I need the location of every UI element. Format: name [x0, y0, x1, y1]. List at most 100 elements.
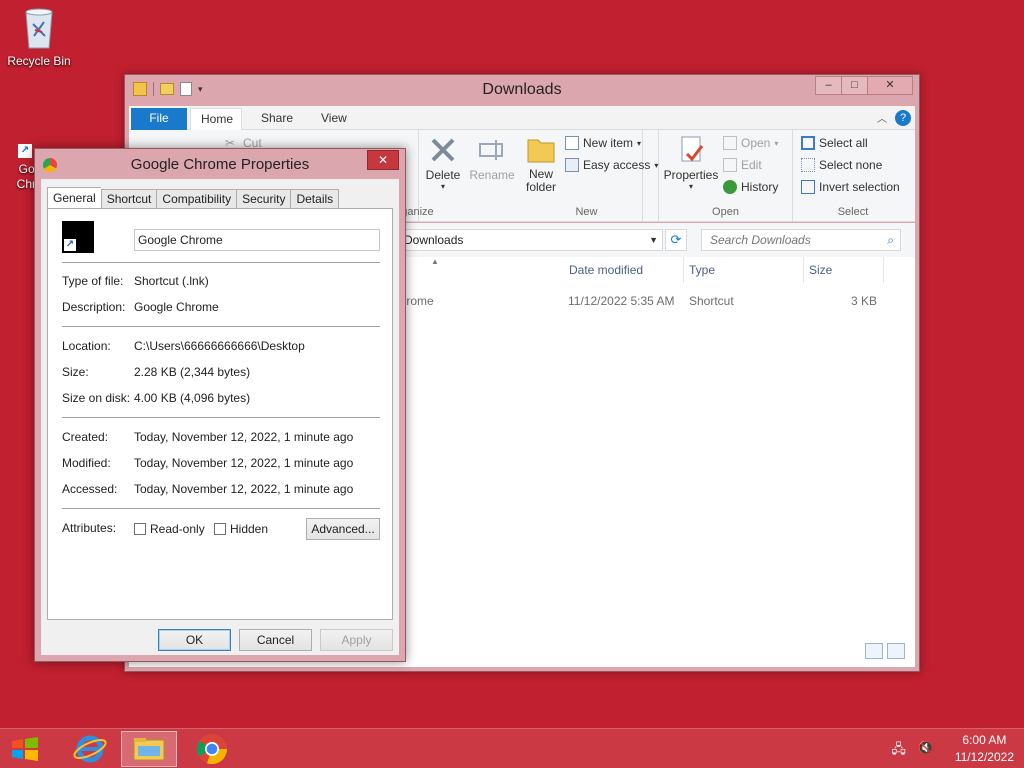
readonly-label: Read-only	[150, 522, 205, 536]
close-button[interactable]: ✕	[867, 76, 913, 95]
tab-general[interactable]: General	[47, 187, 101, 209]
divider	[62, 326, 380, 327]
open-button[interactable]: Open ▾	[723, 136, 778, 150]
divider	[683, 257, 684, 283]
divider	[883, 257, 884, 283]
accessed-value: Today, November 12, 2022, 1 minute ago	[134, 482, 354, 496]
tab-view[interactable]: View	[311, 108, 357, 130]
location-label: Location:	[62, 339, 111, 353]
select-all-label: Select all	[819, 136, 868, 150]
ok-button[interactable]: OK	[158, 629, 231, 651]
easy-access-label: Easy access	[583, 158, 651, 172]
group-select: Select all Select none Invert selection …	[793, 130, 913, 222]
file-explorer-icon[interactable]	[121, 731, 177, 767]
tab-home[interactable]: Home	[190, 108, 242, 130]
select-none-button[interactable]: Select none	[801, 158, 882, 172]
select-all-button[interactable]: Select all	[801, 136, 868, 150]
description-label: Description:	[62, 300, 126, 314]
hidden-box[interactable]	[214, 523, 226, 535]
type-value: Shortcut (.lnk)	[134, 274, 209, 288]
history-button[interactable]: History	[723, 180, 778, 194]
tab-compatibility[interactable]: Compatibility	[156, 189, 237, 209]
properties-icon	[675, 134, 707, 166]
cancel-button[interactable]: Cancel	[239, 629, 312, 651]
search-icon[interactable]: ⌕	[887, 230, 894, 250]
volume-muted-icon[interactable]: 🔇	[918, 740, 934, 762]
readonly-checkbox[interactable]: Read-only	[134, 522, 205, 536]
general-panel: ↗ Google Chrome Type of file: Shortcut (…	[47, 208, 393, 620]
tab-shortcut[interactable]: Shortcut	[100, 189, 157, 209]
tab-details[interactable]: Details	[290, 189, 340, 209]
row-type: Shortcut	[689, 294, 734, 308]
new-group-label: New	[575, 206, 598, 218]
rename-label: Rename	[469, 168, 515, 182]
properties-label: Properties	[663, 168, 719, 182]
tab-file[interactable]: File	[131, 108, 187, 130]
recycle-bin-icon[interactable]: Recycle Bin	[4, 6, 74, 68]
file-name-input[interactable]: Google Chrome	[134, 229, 380, 251]
edit-button[interactable]: Edit	[723, 158, 762, 172]
refresh-icon[interactable]: ⟳	[665, 229, 687, 251]
details-view-icon[interactable]	[865, 643, 883, 659]
clock[interactable]: 6:00 AM 11/12/2022	[955, 733, 1014, 764]
invert-selection-button[interactable]: Invert selection	[801, 180, 900, 194]
large-icons-view-icon[interactable]	[887, 643, 905, 659]
description-value: Google Chrome	[134, 300, 219, 314]
easy-access-button[interactable]: Easy access ▾	[565, 158, 658, 172]
internet-explorer-icon[interactable]	[62, 731, 118, 767]
select-group-label: Select	[837, 206, 869, 218]
column-type[interactable]: Type	[689, 263, 715, 277]
rename-button[interactable]: Rename	[467, 134, 517, 182]
help-icon[interactable]: ?	[895, 110, 911, 126]
address-text: Downloads	[404, 233, 464, 247]
maximize-button[interactable]: □	[841, 76, 868, 95]
accessed-label: Accessed:	[62, 482, 118, 496]
window-controls: – □ ✕	[815, 76, 913, 95]
properties-button[interactable]: Properties ▾	[663, 134, 719, 191]
dialog-close-button[interactable]: ✕	[367, 150, 399, 170]
shortcut-file-icon: ↗	[62, 221, 94, 253]
tab-share[interactable]: Share	[251, 108, 303, 130]
chrome-icon[interactable]	[184, 731, 240, 767]
easy-access-icon	[565, 158, 579, 172]
new-item-icon	[565, 136, 579, 150]
size-on-disk-label: Size on disk:	[62, 391, 131, 405]
column-date-modified[interactable]: Date modified	[569, 263, 643, 277]
hidden-checkbox[interactable]: Hidden	[214, 522, 268, 536]
ribbon-tabs: File Home Share View ︿ ?	[129, 106, 915, 130]
search-input[interactable]: Search Downloads ⌕	[701, 229, 901, 251]
select-none-label: Select none	[819, 158, 883, 172]
dialog-title: Google Chrome Properties	[130, 156, 310, 173]
new-folder-button[interactable]: New folder	[521, 134, 561, 194]
rename-icon	[476, 134, 508, 166]
select-all-icon	[801, 136, 815, 150]
delete-button[interactable]: Delete ▾	[421, 134, 465, 191]
dialog-tabs: General Shortcut Compatibility Security …	[47, 187, 340, 209]
minimize-button[interactable]: –	[815, 76, 842, 95]
chrome-desktop-shortcut[interactable]: ↗ Google Chrome	[14, 144, 36, 192]
search-placeholder: Search Downloads	[710, 233, 811, 247]
address-dropdown-icon[interactable]: ▼	[649, 230, 658, 250]
history-label: History	[741, 180, 779, 194]
location-value: C:\Users\66666666666\Desktop	[134, 339, 305, 353]
new-item-button[interactable]: New item ▾	[565, 136, 641, 150]
network-icon[interactable]: 🖧	[891, 740, 906, 762]
tab-security[interactable]: Security	[236, 189, 291, 209]
edit-icon	[723, 158, 737, 172]
explorer-titlebar[interactable]: ▾ Downloads – □ ✕	[125, 75, 919, 105]
start-windows-icon[interactable]	[10, 737, 40, 761]
column-size[interactable]: Size	[809, 263, 832, 277]
readonly-box[interactable]	[134, 523, 146, 535]
new-item-label: New item	[583, 136, 634, 150]
apply-button[interactable]: Apply	[320, 629, 393, 651]
row-date: 11/12/2022 5:35 AM	[568, 294, 675, 308]
view-switcher	[865, 643, 905, 659]
dropdown-arrow-icon: ▾	[774, 138, 779, 148]
tray-icons: 🖧 🔇	[891, 740, 934, 762]
type-label: Type of file:	[62, 274, 124, 288]
collapse-ribbon-icon[interactable]: ︿	[877, 110, 887, 125]
dropdown-arrow-icon: ▾	[654, 160, 659, 170]
sort-arrow-icon: ▲	[431, 257, 439, 266]
advanced-button[interactable]: Advanced...	[306, 518, 380, 540]
chrome-desktop-label: Google Chrome	[16, 162, 36, 191]
